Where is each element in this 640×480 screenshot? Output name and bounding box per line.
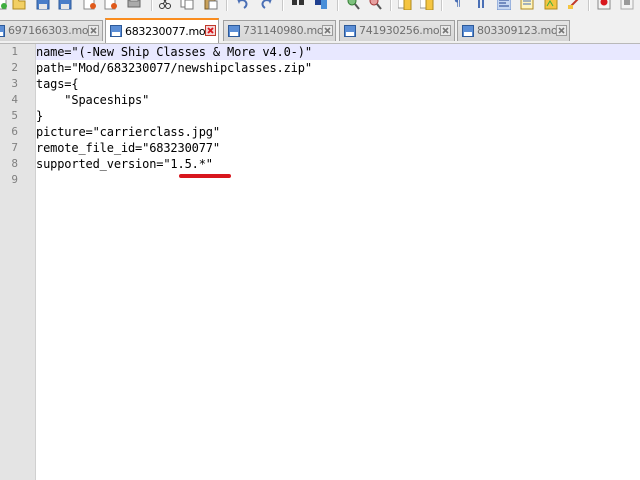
code-line[interactable]: supported_version="1.5.*" bbox=[36, 156, 213, 172]
find-icon[interactable] bbox=[291, 0, 305, 10]
code-line[interactable]: name="(-New Ship Classes & More v4.0-)" bbox=[36, 44, 312, 60]
tab-label: 803309123.mod bbox=[477, 24, 565, 37]
code-line[interactable]: "Spaceships" bbox=[36, 92, 149, 108]
zoom-out-icon[interactable] bbox=[368, 0, 382, 10]
cut-icon[interactable] bbox=[158, 0, 172, 10]
indent-guide-icon[interactable] bbox=[497, 0, 511, 10]
text-editor[interactable]: 1 2 3 4 5 6 7 8 9 name="(-New Ship Class… bbox=[0, 44, 640, 480]
replace-icon[interactable] bbox=[314, 0, 328, 10]
toolbar: ¶ bbox=[0, 0, 640, 13]
code-line[interactable]: picture="carrierclass.jpg" bbox=[36, 124, 220, 140]
stop-record-icon[interactable] bbox=[620, 0, 634, 10]
zoom-in-icon[interactable] bbox=[346, 0, 360, 10]
close-tab-icon[interactable] bbox=[556, 25, 567, 36]
tab-731140980[interactable]: 731140980.mod bbox=[223, 20, 336, 41]
save-icon[interactable] bbox=[36, 0, 50, 10]
line-number-gutter: 1 2 3 4 5 6 7 8 9 bbox=[0, 44, 36, 480]
line-number: 4 bbox=[11, 93, 18, 106]
redo-icon[interactable] bbox=[259, 0, 273, 10]
sync-horizontal-icon[interactable] bbox=[420, 0, 434, 10]
close-tab-icon[interactable] bbox=[440, 25, 451, 36]
line-number: 9 bbox=[11, 173, 18, 186]
tab-803309123[interactable]: 803309123.mod bbox=[457, 20, 570, 41]
paste-icon[interactable] bbox=[204, 0, 218, 10]
new-file-icon[interactable] bbox=[0, 0, 8, 10]
word-wrap-icon[interactable]: ¶ bbox=[451, 0, 465, 10]
saved-file-icon bbox=[110, 25, 122, 37]
tab-label: 683230077.mod bbox=[125, 25, 213, 38]
close-icon[interactable] bbox=[83, 0, 97, 10]
print-icon[interactable] bbox=[127, 0, 141, 10]
tab-741930256[interactable]: 741930256.mod bbox=[339, 20, 455, 41]
tab-label: 697166303.mod bbox=[8, 24, 96, 37]
show-all-chars-icon[interactable] bbox=[474, 0, 488, 10]
tab-683230077[interactable]: 683230077.mod bbox=[105, 18, 219, 43]
line-number: 7 bbox=[11, 141, 18, 154]
function-list-icon[interactable] bbox=[544, 0, 558, 10]
code-line[interactable]: path="Mod/683230077/newshipclasses.zip" bbox=[36, 60, 312, 76]
line-number: 3 bbox=[11, 77, 18, 90]
red-underline-annotation bbox=[179, 174, 231, 178]
sync-vertical-icon[interactable] bbox=[398, 0, 412, 10]
save-all-icon[interactable] bbox=[58, 0, 72, 10]
tab-label: 741930256.mod bbox=[359, 24, 447, 37]
doc-map-icon[interactable] bbox=[520, 0, 534, 10]
code-line[interactable]: tags={ bbox=[36, 76, 79, 92]
svg-text:¶: ¶ bbox=[454, 0, 461, 9]
open-file-icon[interactable] bbox=[12, 0, 26, 10]
saved-file-icon bbox=[344, 25, 356, 37]
close-tab-icon[interactable] bbox=[88, 25, 99, 36]
code-line[interactable]: remote_file_id="683230077" bbox=[36, 140, 220, 156]
tab-bar: 697166303.mod 683230077.mod 731140980.mo… bbox=[0, 13, 640, 44]
folder-workspace-icon[interactable] bbox=[567, 0, 581, 10]
close-tab-icon[interactable] bbox=[205, 25, 216, 36]
line-number: 1 bbox=[11, 45, 18, 58]
close-tab-icon[interactable] bbox=[322, 25, 333, 36]
close-all-icon[interactable] bbox=[104, 0, 118, 10]
tab-label: 731140980.mod bbox=[243, 24, 331, 37]
record-macro-icon[interactable] bbox=[597, 0, 611, 10]
saved-file-icon bbox=[0, 25, 5, 37]
line-number: 6 bbox=[11, 125, 18, 138]
tab-697166303[interactable]: 697166303.mod bbox=[0, 20, 103, 41]
code-line[interactable]: } bbox=[36, 108, 43, 124]
line-number: 5 bbox=[11, 109, 18, 122]
line-number: 8 bbox=[11, 157, 18, 170]
copy-icon[interactable] bbox=[180, 0, 194, 10]
saved-file-icon bbox=[462, 25, 474, 37]
undo-icon[interactable] bbox=[236, 0, 250, 10]
line-number: 2 bbox=[11, 61, 18, 74]
saved-file-icon bbox=[228, 25, 240, 37]
